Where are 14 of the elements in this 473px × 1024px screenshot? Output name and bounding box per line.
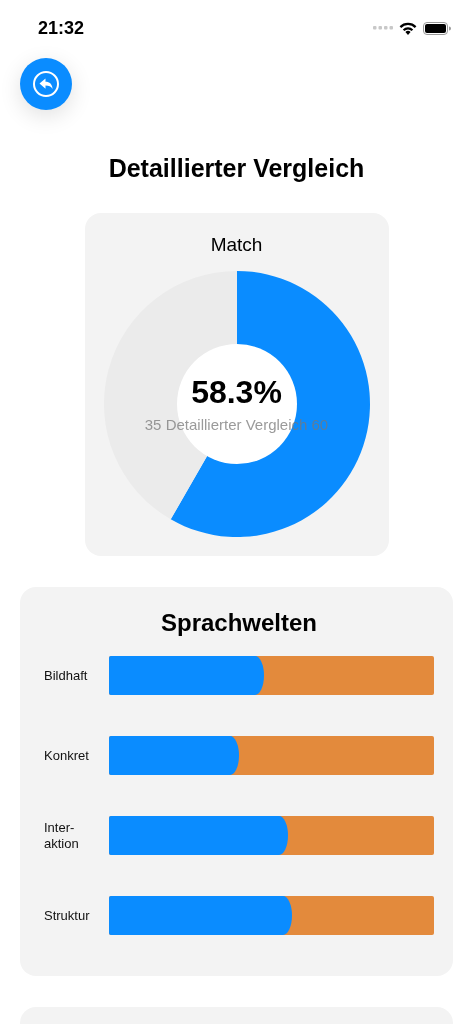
row-label: Inter-aktion bbox=[44, 819, 80, 852]
page-title: Detaillierter Vergleich bbox=[107, 153, 366, 184]
signal-icon bbox=[373, 26, 393, 30]
row-label: Struktur bbox=[44, 907, 91, 924]
row-label: Konkret bbox=[44, 747, 90, 764]
match-percentage: 58.3% bbox=[190, 374, 283, 410]
back-button[interactable] bbox=[20, 58, 72, 110]
card-title: Match bbox=[209, 233, 264, 257]
wifi-icon bbox=[399, 21, 417, 35]
status-time: 21:32 bbox=[38, 17, 85, 39]
card-title: Sprachwelten bbox=[159, 608, 318, 638]
row-label: Bildhaft bbox=[44, 667, 89, 684]
battery-icon bbox=[423, 21, 451, 35]
back-icon bbox=[32, 70, 60, 98]
